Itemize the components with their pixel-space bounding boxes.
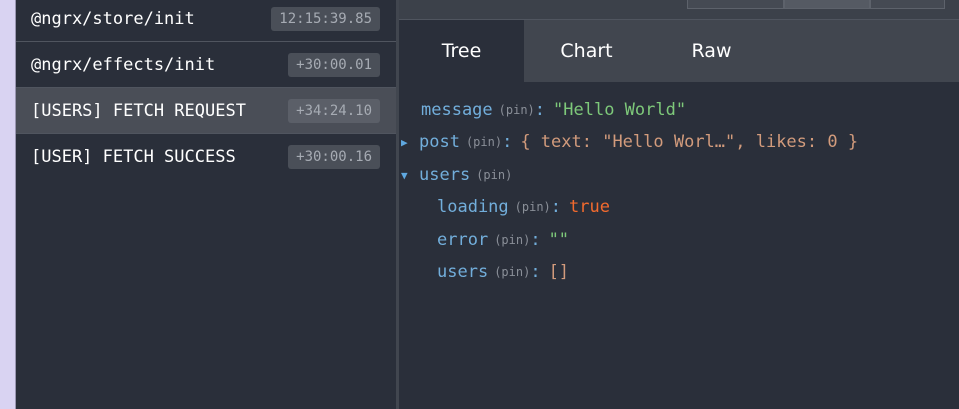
tree-value-string: "Hello World" bbox=[553, 100, 687, 120]
tree-row-post[interactable]: ▶ post (pin) : { text: "Hello Worl…", li… bbox=[401, 129, 858, 155]
pin-link[interactable]: (pin) bbox=[499, 103, 535, 117]
action-timestamp: +30:00.16 bbox=[288, 145, 380, 169]
tree-colon: : bbox=[502, 132, 513, 152]
tree-colon: : bbox=[530, 230, 541, 250]
tree-key: users bbox=[437, 262, 489, 282]
tab-tree[interactable]: Tree bbox=[399, 20, 524, 82]
inspector-top-bar bbox=[399, 0, 959, 20]
tree-row-loading[interactable]: loading (pin) : true bbox=[437, 194, 610, 220]
action-timestamp: 12:15:39.85 bbox=[271, 6, 380, 31]
left-edge-strip bbox=[0, 0, 16, 409]
pin-link[interactable]: (pin) bbox=[466, 135, 502, 149]
toolbar-segment-button[interactable] bbox=[784, 0, 870, 9]
toolbar-segment-button[interactable] bbox=[687, 0, 784, 9]
pin-link[interactable]: (pin) bbox=[494, 233, 530, 247]
pin-link[interactable]: (pin) bbox=[476, 168, 512, 182]
action-name: @ngrx/effects/init bbox=[31, 54, 216, 75]
action-name: [USER] FETCH SUCCESS bbox=[31, 147, 236, 167]
tree-colon: : bbox=[534, 100, 546, 120]
action-item[interactable]: @ngrx/effects/init +30:00.01 bbox=[16, 42, 396, 88]
tree-key: post bbox=[419, 132, 460, 152]
tree-key: users bbox=[419, 165, 471, 185]
tree-row-users[interactable]: ▼ users (pin) bbox=[401, 162, 512, 188]
inspector-pane: Tree Chart Raw message (pin) : "Hello Wo… bbox=[399, 0, 959, 409]
collapse-arrow-icon[interactable]: ▼ bbox=[401, 169, 419, 182]
action-timestamp: +30:00.01 bbox=[288, 52, 380, 77]
action-item[interactable]: @ngrx/store/init 12:15:39.85 bbox=[16, 0, 396, 42]
expand-arrow-icon[interactable]: ▶ bbox=[401, 136, 419, 149]
action-name: [USERS] FETCH REQUEST bbox=[31, 100, 246, 121]
tree-key: message bbox=[421, 100, 493, 120]
pin-link[interactable]: (pin) bbox=[515, 200, 551, 214]
tab-bar: Tree Chart Raw bbox=[399, 20, 959, 82]
tree-value-object-preview: { text: "Hello Worl…", likes: 0 } bbox=[520, 132, 859, 152]
tree-row-message[interactable]: message (pin) : "Hello World" bbox=[421, 97, 686, 123]
tree-row-error[interactable]: error (pin) : "" bbox=[437, 227, 569, 253]
action-timestamp: +34:24.10 bbox=[288, 98, 380, 123]
action-list: @ngrx/store/init 12:15:39.85 @ngrx/effec… bbox=[16, 0, 396, 409]
tree-value-string: "" bbox=[548, 230, 570, 250]
toolbar-segment-button[interactable] bbox=[870, 0, 945, 9]
tree-value-array: [] bbox=[548, 262, 570, 282]
tab-chart[interactable]: Chart bbox=[524, 20, 649, 82]
action-item-selected[interactable]: [USERS] FETCH REQUEST +34:24.10 bbox=[16, 88, 396, 134]
tree-key: error bbox=[437, 230, 489, 250]
tree-colon: : bbox=[530, 262, 541, 282]
tree-colon: : bbox=[550, 197, 562, 217]
tree-row-users-array[interactable]: users (pin) : [] bbox=[437, 259, 569, 285]
action-name: @ngrx/store/init bbox=[31, 8, 195, 29]
action-item[interactable]: [USER] FETCH SUCCESS +30:00.16 bbox=[16, 134, 396, 180]
tree-value-boolean: true bbox=[569, 197, 610, 217]
tab-raw[interactable]: Raw bbox=[649, 20, 774, 82]
tree-key: loading bbox=[437, 197, 509, 217]
pin-link[interactable]: (pin) bbox=[494, 265, 530, 279]
